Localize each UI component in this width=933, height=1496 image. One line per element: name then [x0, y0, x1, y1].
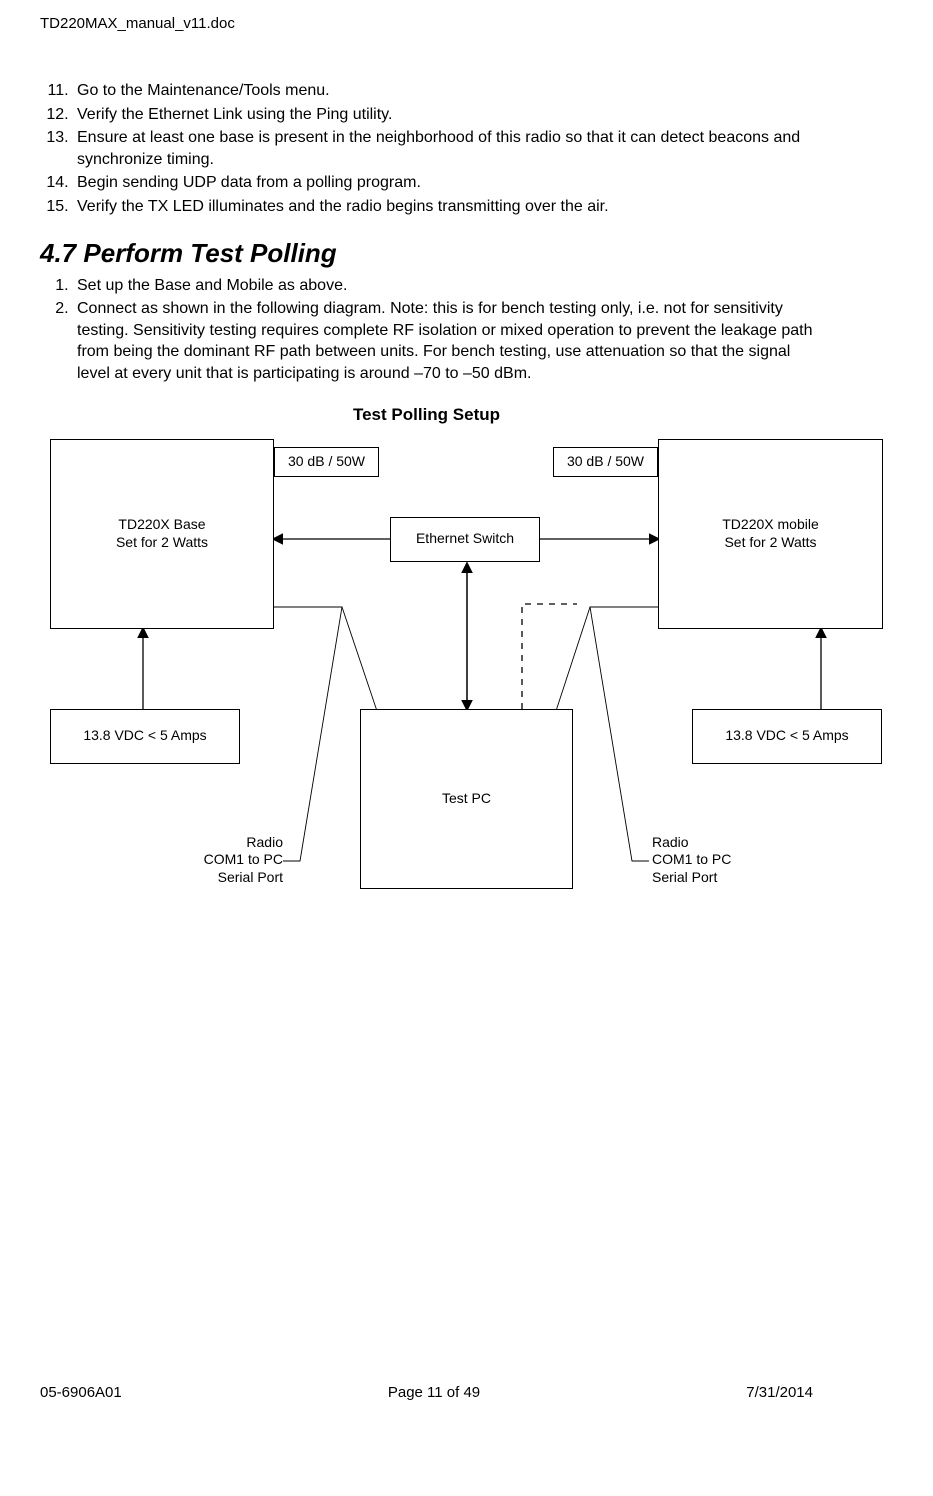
step-11: Go to the Maintenance/Tools menu. — [73, 80, 813, 102]
attenuator-right-box: 30 dB / 50W — [553, 447, 658, 477]
footer-doc-number: 05-6906A01 — [40, 1384, 122, 1401]
mobile-radio-label: TD220X mobile Set for 2 Watts — [722, 516, 819, 551]
serial-left-label: Radio COM1 to PC Serial Port — [178, 834, 283, 887]
mobile-radio-box: TD220X mobile Set for 2 Watts — [658, 439, 883, 629]
attenuator-right-label: 30 dB / 50W — [567, 453, 644, 471]
test-polling-diagram: TD220X Base Set for 2 Watts TD220X mobil… — [40, 429, 893, 949]
polling-step-2: Connect as shown in the following diagra… — [73, 298, 813, 384]
test-pc-label: Test PC — [442, 790, 491, 808]
attenuator-left-box: 30 dB / 50W — [274, 447, 379, 477]
section-title: Perform Test Polling — [83, 238, 336, 268]
step-14: Begin sending UDP data from a polling pr… — [73, 172, 813, 194]
diagram-title: Test Polling Setup — [40, 405, 813, 425]
base-radio-box: TD220X Base Set for 2 Watts — [50, 439, 274, 629]
psu-left-box: 13.8 VDC < 5 Amps — [50, 709, 240, 764]
psu-right-label: 13.8 VDC < 5 Amps — [725, 727, 848, 745]
doc-filename: TD220MAX_manual_v11.doc — [40, 15, 235, 32]
ethernet-switch-label: Ethernet Switch — [416, 530, 514, 548]
step-12: Verify the Ethernet Link using the Ping … — [73, 104, 813, 126]
steps-list-continued: Go to the Maintenance/Tools menu. Verify… — [45, 80, 813, 218]
ethernet-switch-box: Ethernet Switch — [390, 517, 540, 562]
attenuator-left-label: 30 dB / 50W — [288, 453, 365, 471]
step-15: Verify the TX LED illuminates and the ra… — [73, 196, 813, 218]
steps-list-polling: Set up the Base and Mobile as above. Con… — [45, 275, 813, 385]
footer-page-number: Page 11 of 49 — [388, 1384, 480, 1401]
page-content: Go to the Maintenance/Tools menu. Verify… — [40, 80, 813, 949]
base-radio-label: TD220X Base Set for 2 Watts — [116, 516, 208, 551]
test-pc-box: Test PC — [360, 709, 573, 889]
page-footer: 05-6906A01 Page 11 of 49 7/31/2014 — [40, 1384, 813, 1401]
section-heading: 4.7 Perform Test Polling — [40, 238, 813, 269]
footer-date: 7/31/2014 — [746, 1384, 813, 1401]
step-13: Ensure at least one base is present in t… — [73, 127, 813, 170]
psu-right-box: 13.8 VDC < 5 Amps — [692, 709, 882, 764]
section-number: 4.7 — [40, 238, 76, 268]
psu-left-label: 13.8 VDC < 5 Amps — [83, 727, 206, 745]
serial-right-label: Radio COM1 to PC Serial Port — [652, 834, 757, 887]
polling-step-1: Set up the Base and Mobile as above. — [73, 275, 813, 297]
